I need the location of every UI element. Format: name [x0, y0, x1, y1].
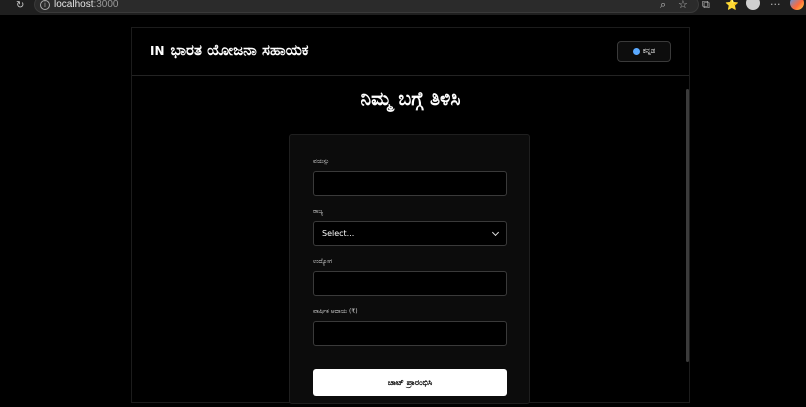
url-host: localhost [54, 0, 94, 10]
copilot-icon[interactable] [790, 0, 804, 10]
flag-code: IN [150, 44, 165, 58]
profile-avatar[interactable] [746, 0, 760, 10]
extensions-icon[interactable]: ⧉ [702, 0, 710, 11]
page-title: ನಿಮ್ಮ ಬಗ್ಗೆ ತಿಳಿಸಿ [360, 88, 461, 110]
app-brand: IN ಭಾರತ ಯೋಜನಾ ಸಹಾಯಕ [150, 41, 309, 59]
reload-icon[interactable]: ↻ [16, 0, 28, 12]
income-input[interactable] [313, 321, 507, 346]
occupation-input[interactable] [313, 271, 507, 296]
collections-icon[interactable]: ⭐ [725, 0, 739, 11]
globe-icon [632, 48, 640, 55]
app-window: IN ಭಾರತ ಯೋಜನಾ ಸಹಾಯಕ ಕನ್ನಡ ನಿಮ್ಮ ಬಗ್ಗೆ ತಿಳ… [131, 27, 690, 404]
address-bar[interactable] [34, 0, 699, 13]
state-selected-value: Select... [322, 229, 355, 238]
start-chat-button[interactable]: ಚಾಟ್ ಪ್ರಾರಂಭಿಸಿ [313, 369, 507, 396]
state-label: ರಾಜ್ಯ [313, 208, 324, 215]
language-label: ಕನ್ನಡ [642, 47, 656, 55]
age-input[interactable] [313, 171, 507, 196]
url-text[interactable]: localhost:3000 [54, 0, 119, 10]
occupation-label: ಉದ್ಯೋಗ [313, 258, 333, 265]
url-port: :3000 [93, 0, 119, 10]
favorite-star-icon[interactable]: ☆ [678, 0, 688, 11]
language-button[interactable]: ಕನ್ನಡ [617, 41, 671, 62]
zoom-icon[interactable]: ⌕ [660, 0, 666, 11]
age-label: ವಯಸ್ಸು [313, 158, 329, 165]
menu-icon[interactable]: ··· [770, 0, 781, 11]
site-info-icon[interactable]: i [40, 0, 50, 10]
browser-toolbar: ↻ i localhost:3000 ⌕ ☆ ⧉ ⭐ ··· [0, 0, 806, 15]
scrollbar[interactable] [686, 89, 689, 362]
chevron-down-icon [491, 228, 500, 236]
income-label: ವಾರ್ಷಿಕ ಆದಾಯ (₹) [313, 308, 358, 315]
state-select[interactable]: Select... [313, 221, 507, 246]
app-header: IN ಭಾರತ ಯೋಜನಾ ಸಹಾಯಕ ಕನ್ನಡ [132, 28, 689, 76]
app-title: ಭಾರತ ಯೋಜನಾ ಸಹಾಯಕ [170, 41, 309, 59]
profile-form: ವಯಸ್ಸು ರಾಜ್ಯ Select... ಉದ್ಯೋಗ ವಾರ್ಷಿಕ ಆದ… [289, 134, 530, 404]
